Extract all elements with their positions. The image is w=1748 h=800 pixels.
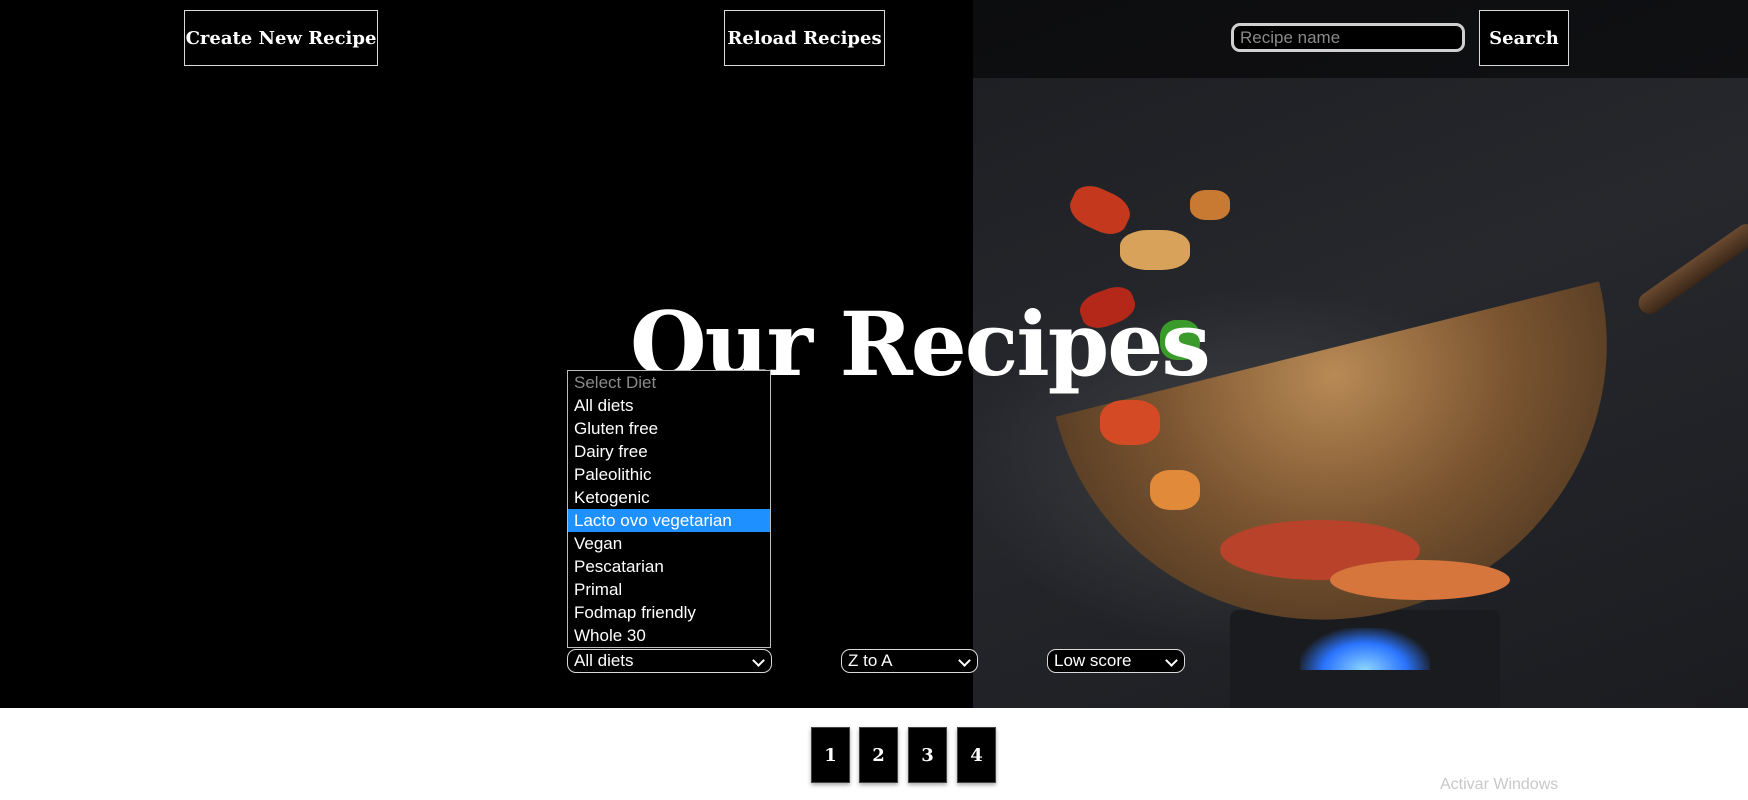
diet-option[interactable]: Whole 30	[568, 624, 770, 647]
chevron-down-icon	[958, 654, 971, 667]
chevron-down-icon	[752, 654, 765, 667]
food-piece	[1120, 230, 1190, 270]
diet-option[interactable]: All diets	[568, 394, 770, 417]
search-input[interactable]	[1231, 23, 1465, 52]
food-piece	[1330, 560, 1510, 600]
create-recipe-button[interactable]: Create New Recipe	[184, 10, 378, 66]
chevron-down-icon	[1165, 654, 1178, 667]
order-select-value: Z to A	[848, 651, 893, 670]
diet-option[interactable]: Paleolithic	[568, 463, 770, 486]
windows-activation-watermark: Activar Windows	[1440, 776, 1559, 793]
search-button[interactable]: Search	[1479, 10, 1569, 66]
diet-option[interactable]: Pescatarian	[568, 555, 770, 578]
reload-recipes-button[interactable]: Reload Recipes	[724, 10, 885, 66]
diet-option[interactable]: Gluten free	[568, 417, 770, 440]
page-button-2[interactable]: 2	[859, 727, 898, 783]
diet-option[interactable]: Primal	[568, 578, 770, 601]
flame-image	[1300, 628, 1430, 670]
diet-option-highlighted[interactable]: Lacto ovo vegetarian	[568, 509, 770, 532]
diet-option[interactable]: Dairy free	[568, 440, 770, 463]
diet-select[interactable]: All diets	[567, 649, 772, 673]
page-button-4[interactable]: 4	[957, 727, 996, 783]
diet-option[interactable]: Ketogenic	[568, 486, 770, 509]
diet-dropdown-list[interactable]: Select Diet All diets Gluten free Dairy …	[567, 370, 771, 648]
diet-option-placeholder: Select Diet	[574, 373, 657, 392]
order-select[interactable]: Z to A	[841, 649, 978, 673]
diet-option[interactable]: Vegan	[568, 532, 770, 555]
score-select[interactable]: Low score	[1047, 649, 1185, 673]
page-button-1[interactable]: 1	[811, 727, 850, 783]
page-button-3[interactable]: 3	[908, 727, 947, 783]
diet-option[interactable]: Fodmap friendly	[568, 601, 770, 624]
hero-section: Create New Recipe Reload Recipes Search …	[0, 0, 1748, 708]
food-piece	[1150, 470, 1200, 510]
diet-select-value: All diets	[574, 651, 634, 670]
food-piece	[1100, 400, 1160, 445]
score-select-value: Low score	[1054, 651, 1132, 670]
food-piece	[1190, 190, 1230, 220]
